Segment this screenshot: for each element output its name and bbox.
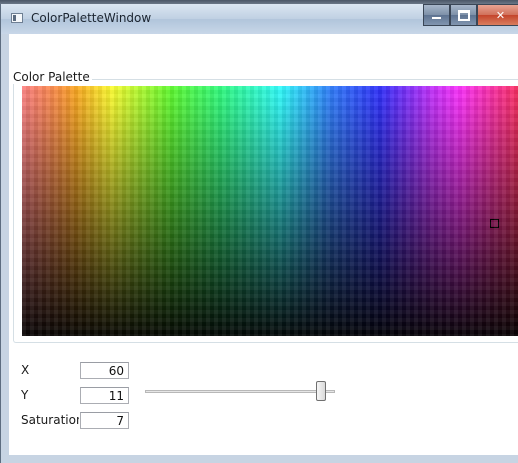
app-window: ColorPaletteWindow ✕ Color Palette X Y S… [0, 4, 518, 463]
groupbox-label: Color Palette [11, 70, 92, 84]
slider-thumb[interactable] [316, 381, 326, 401]
caption-buttons: ✕ [423, 4, 518, 26]
maximize-button[interactable] [450, 4, 477, 26]
close-button[interactable]: ✕ [477, 4, 518, 26]
slider-track[interactable] [145, 390, 335, 393]
y-input[interactable] [80, 387, 129, 404]
saturation-slider[interactable] [145, 381, 345, 401]
client-area: Color Palette X Y Saturation [9, 34, 518, 455]
y-label: Y [21, 388, 29, 402]
minimize-icon [432, 17, 441, 19]
app-icon [11, 13, 23, 23]
saturation-input[interactable] [80, 412, 129, 429]
color-palette-canvas[interactable] [22, 86, 518, 336]
x-input[interactable] [80, 362, 129, 379]
window-title: ColorPaletteWindow [31, 11, 152, 25]
window-frame-bottom [1, 455, 518, 463]
minimize-button[interactable] [423, 4, 450, 26]
close-icon: ✕ [495, 8, 506, 22]
title-bar[interactable]: ColorPaletteWindow ✕ [1, 4, 518, 34]
saturation-label: Saturation [21, 413, 79, 427]
color-selector-marker[interactable] [490, 219, 499, 228]
x-label: X [21, 363, 30, 377]
maximize-icon [457, 9, 470, 21]
